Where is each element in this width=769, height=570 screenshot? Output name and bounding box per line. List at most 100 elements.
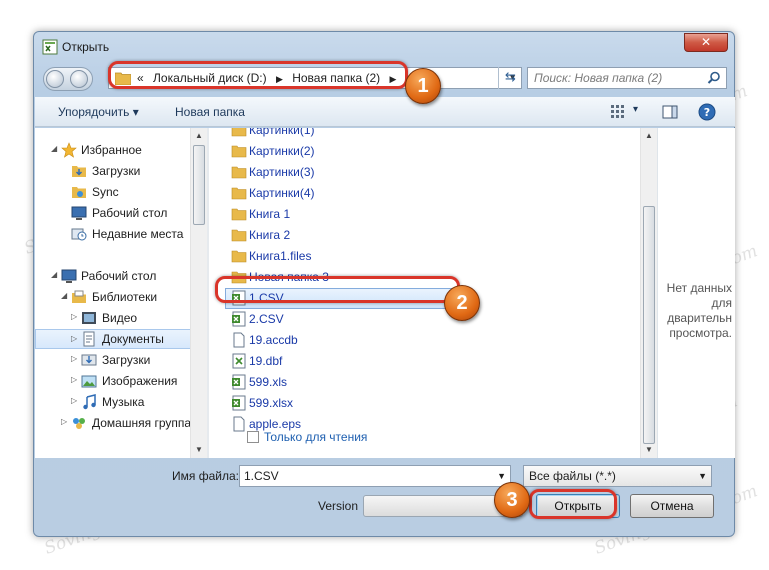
list-item[interactable]: Книга 2 — [225, 225, 625, 246]
list-item[interactable]: 599.xlsx — [225, 393, 625, 414]
search-input[interactable]: Поиск: Новая папка (2) — [527, 67, 727, 89]
scroll-up-icon[interactable]: ▲ — [641, 128, 657, 144]
title-bar[interactable]: Открыть ✕ — [34, 32, 734, 60]
sidebar-item-sync[interactable]: Sync — [35, 182, 195, 202]
downloads-folder-icon — [72, 166, 86, 177]
folder-icon — [231, 166, 247, 179]
svg-text:?: ? — [704, 106, 710, 119]
file-list-scrollbar[interactable]: ▲ ▼ — [640, 128, 657, 458]
sidebar-item-label: Загрузки — [102, 353, 151, 367]
sidebar-item-label: Рабочий стол — [92, 206, 168, 220]
sidebar-item-label: Рабочий стол — [81, 269, 157, 283]
version-label: Version — [318, 499, 359, 513]
view-options-icon[interactable] — [609, 103, 627, 121]
preview-line: дварительн — [667, 311, 732, 325]
list-item[interactable]: Картинки(3) — [225, 162, 625, 183]
collapsed-arrow-icon[interactable]: ▷ — [71, 334, 77, 343]
cancel-button[interactable]: Отмена — [630, 494, 714, 518]
scroll-thumb[interactable] — [643, 206, 655, 444]
filename-input[interactable]: 1.CSV ▼ — [239, 465, 511, 487]
navigation-scrollbar[interactable]: ▲ ▼ — [190, 128, 207, 458]
preview-pane-icon[interactable] — [661, 103, 679, 121]
sidebar-item-recent-places[interactable]: Недавние места — [35, 224, 195, 244]
preview-line: просмотра. — [669, 326, 732, 340]
sidebar-item-label: Недавние места — [92, 227, 184, 241]
sidebar-item-documents[interactable]: ▷ Документы — [35, 329, 207, 349]
organize-button[interactable]: Упорядочить ▾ — [58, 105, 139, 119]
file-name: Картинки(3) — [249, 165, 315, 179]
sidebar-item-homegroup[interactable]: ▷ Домашняя группа — [35, 413, 207, 433]
filetype-value: Все файлы (*.*) — [529, 469, 616, 483]
scroll-thumb[interactable] — [193, 145, 205, 225]
view-dropdown-icon[interactable]: ▾ — [633, 104, 638, 115]
readonly-label[interactable]: Только для чтения — [264, 430, 367, 444]
sidebar-item-label: Документы — [102, 332, 164, 346]
list-item[interactable]: Картинки(2) — [225, 141, 625, 162]
forward-button[interactable] — [70, 70, 88, 88]
close-icon: ✕ — [700, 35, 712, 49]
file-icon — [233, 332, 245, 348]
folder-icon — [231, 229, 247, 242]
list-item[interactable]: 599.xls — [225, 372, 625, 393]
sidebar-item-label: Домашняя группа — [92, 416, 192, 430]
downloads-library-icon — [81, 354, 97, 366]
list-item[interactable]: Книга 1 — [225, 204, 625, 225]
libraries-icon — [72, 290, 86, 303]
file-name: 599.xlsx — [249, 396, 294, 410]
readonly-checkbox[interactable] — [247, 431, 259, 443]
close-button[interactable]: ✕ — [684, 33, 728, 52]
collapsed-arrow-icon[interactable]: ▷ — [71, 354, 77, 363]
preview-line: для — [711, 296, 732, 310]
sidebar-item-desktop-root[interactable]: ◢ Рабочий стол — [35, 266, 195, 286]
refresh-button[interactable]: ⇆ — [498, 67, 522, 89]
search-icon[interactable] — [707, 71, 721, 85]
file-name: 19.dbf — [249, 354, 283, 368]
pane-splitter[interactable] — [207, 128, 209, 458]
collapsed-arrow-icon[interactable]: ▷ — [71, 375, 77, 384]
navigation-pane: ◢ Избранное Загрузки Sync Рабочий стол Н… — [35, 128, 207, 458]
filetype-select[interactable]: Все файлы (*.*) ▼ — [523, 465, 712, 487]
expand-arrow-icon[interactable]: ◢ — [51, 144, 57, 153]
step-badge-2: 2 — [444, 285, 480, 321]
expand-arrow-icon[interactable]: ◢ — [61, 291, 67, 300]
excel-file-icon — [232, 353, 246, 369]
step-badge-1: 1 — [405, 68, 441, 104]
scroll-up-icon[interactable]: ▲ — [191, 128, 207, 144]
folder-icon — [231, 187, 247, 200]
sidebar-item-downloads[interactable]: Загрузки — [35, 161, 195, 181]
filename-label: Имя файла: — [172, 469, 239, 483]
star-icon — [61, 142, 77, 158]
sidebar-item-music[interactable]: ▷ Музыка — [35, 392, 195, 412]
sidebar-item-pictures[interactable]: ▷ Изображения — [35, 371, 195, 391]
sidebar-item-desktop[interactable]: Рабочий стол — [35, 203, 195, 223]
collapsed-arrow-icon[interactable]: ▷ — [71, 312, 77, 321]
scroll-down-icon[interactable]: ▼ — [641, 442, 657, 458]
documents-library-icon — [83, 331, 95, 347]
list-item[interactable]: Картинки(1) — [225, 128, 625, 141]
expand-arrow-icon[interactable]: ◢ — [51, 270, 57, 279]
collapsed-arrow-icon[interactable]: ▷ — [61, 417, 67, 426]
open-button-highlight — [529, 489, 617, 519]
back-button[interactable] — [46, 70, 64, 88]
sidebar-item-downloads-library[interactable]: ▷ Загрузки — [35, 350, 195, 370]
file-name: Картинки(2) — [249, 144, 315, 158]
sidebar-item-favorites[interactable]: ◢ Избранное — [35, 140, 195, 160]
sidebar-item-libraries[interactable]: ◢ Библиотеки — [35, 287, 195, 307]
readonly-option[interactable]: Только для чтения — [247, 430, 367, 444]
music-library-icon — [83, 394, 96, 410]
sidebar-item-video[interactable]: ▷ Видео — [35, 308, 195, 328]
folder-icon — [231, 145, 247, 158]
excel-csv-file-icon — [232, 311, 246, 327]
list-item[interactable]: 2.CSV — [225, 309, 625, 330]
list-item[interactable]: 19.dbf — [225, 351, 625, 372]
scroll-down-icon[interactable]: ▼ — [191, 442, 207, 458]
help-icon[interactable]: ? — [698, 103, 716, 121]
new-folder-button[interactable]: Новая папка — [175, 105, 245, 119]
list-item[interactable]: Книга1.files — [225, 246, 625, 267]
list-item[interactable]: Картинки(4) — [225, 183, 625, 204]
file-name: Картинки(1) — [249, 128, 315, 137]
list-item[interactable]: 19.accdb — [225, 330, 625, 351]
chevron-down-icon[interactable]: ▼ — [698, 466, 707, 486]
sidebar-item-label: Изображения — [102, 374, 178, 388]
collapsed-arrow-icon[interactable]: ▷ — [71, 396, 77, 405]
